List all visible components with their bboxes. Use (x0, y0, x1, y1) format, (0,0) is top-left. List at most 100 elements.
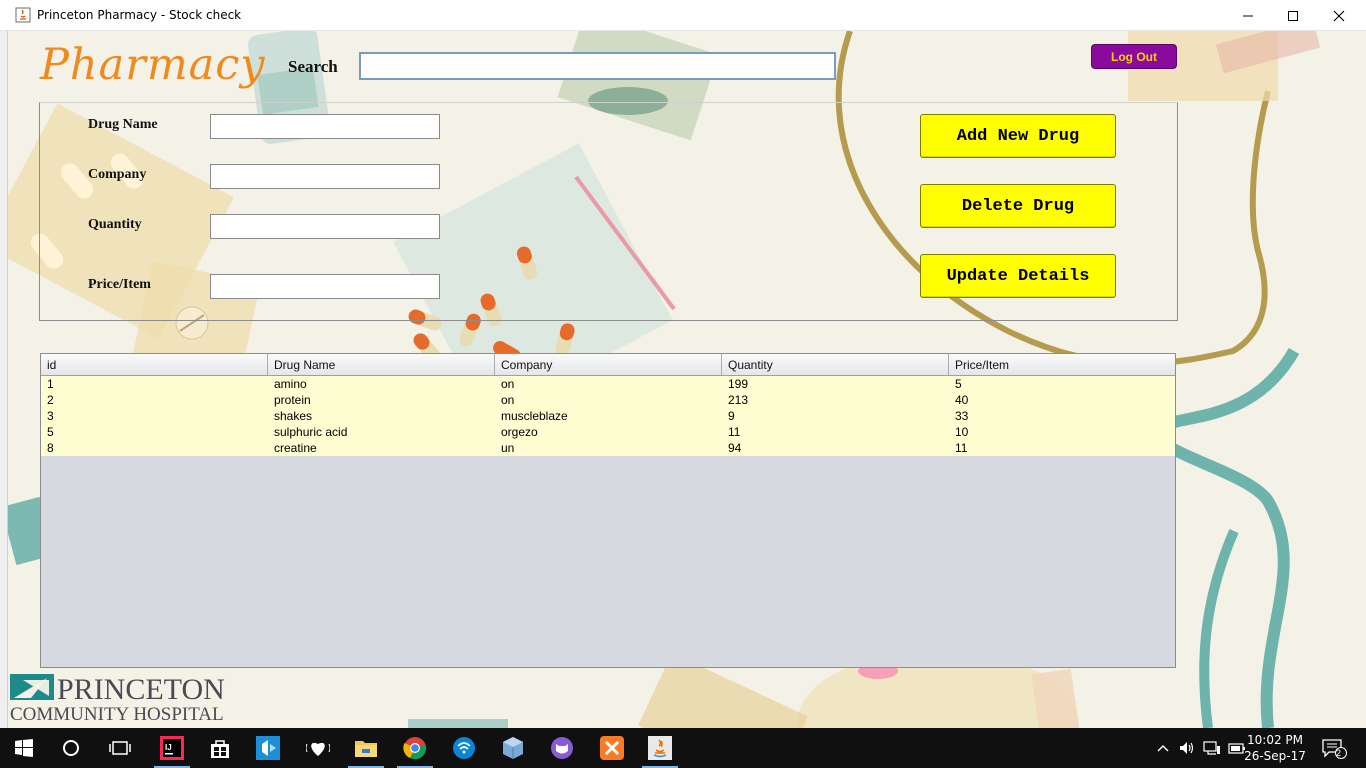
tray-overflow-button[interactable] (1153, 728, 1173, 768)
close-button[interactable] (1316, 0, 1362, 31)
media-icon (256, 736, 280, 760)
cell-price: 10 (955, 425, 969, 439)
table-row[interactable]: 8 creatine un 94 11 (41, 440, 1175, 456)
table-body: 1 amino on 199 5 2 protein on 213 40 3 s… (41, 376, 1175, 456)
task-view-icon (109, 741, 131, 755)
update-details-button[interactable]: Update Details (920, 254, 1116, 298)
maximize-button[interactable] (1270, 0, 1316, 31)
cell-price: 11 (955, 441, 968, 455)
table-header: id Drug Name Company Quantity Price/Item (41, 354, 1175, 376)
drug-name-input[interactable] (210, 114, 440, 139)
intellij-icon: IJ (160, 736, 184, 760)
logo-line1: PRINCETON (57, 673, 225, 706)
cell-company: un (501, 441, 515, 455)
taskbar-app-media[interactable] (244, 728, 292, 768)
store-icon (211, 740, 229, 758)
taskbar-app-java[interactable] (636, 728, 684, 768)
logout-button[interactable]: Log Out (1091, 44, 1177, 69)
column-header-company[interactable]: Company (495, 354, 722, 375)
cell-drug-name: creatine (274, 441, 317, 455)
drug-name-label: Drug Name (88, 117, 158, 132)
cell-drug-name: protein (274, 393, 311, 407)
cortana-button[interactable] (47, 728, 95, 768)
quantity-label: Quantity (88, 217, 142, 232)
windows-icon (15, 739, 33, 757)
cortana-icon (63, 740, 79, 756)
cell-price: 40 (955, 393, 969, 407)
taskbar-app-xampp[interactable] (588, 728, 636, 768)
volume-icon (1180, 742, 1194, 754)
xampp-icon (600, 736, 624, 760)
search-label: Search (288, 57, 338, 76)
taskbar-app-cat[interactable] (538, 728, 586, 768)
cell-quantity: 11 (728, 425, 741, 439)
price-label: Price/Item (88, 277, 151, 292)
logo-line2: COMMUNITY HOSPITAL (10, 704, 224, 724)
cell-quantity: 94 (728, 441, 742, 455)
princeton-hospital-logo: PRINCETON COMMUNITY HOSPITAL (10, 673, 225, 724)
cell-quantity: 9 (728, 409, 735, 423)
cell-drug-name: amino (274, 377, 307, 391)
notification-count: 2 (1336, 748, 1342, 758)
clock-date: 26-Sep-17 (1244, 749, 1306, 763)
table-row[interactable]: 3 shakes muscleblaze 9 33 (41, 408, 1175, 424)
cell-price: 33 (955, 409, 969, 423)
java-app-icon (15, 7, 31, 23)
close-icon (1333, 10, 1345, 21)
cell-drug-name: sulphuric acid (274, 425, 348, 439)
network-button[interactable] (1201, 728, 1223, 768)
task-view-button[interactable] (96, 728, 144, 768)
iheart-icon (306, 742, 330, 756)
title-bar: Princeton Pharmacy - Stock check (0, 0, 1366, 31)
minimize-button[interactable] (1225, 0, 1271, 31)
app-title: Pharmacy (40, 40, 266, 90)
app-content: Pharmacy Search Log Out Drug Name Compan… (8, 31, 1366, 728)
drug-form-panel: Drug Name Company Quantity Price/Item Ad… (39, 102, 1178, 321)
action-center-button[interactable]: 2 (1318, 728, 1350, 768)
folder-icon (355, 741, 377, 757)
svg-text:IJ: IJ (165, 743, 172, 752)
taskbar-app-iheart[interactable] (294, 728, 342, 768)
maximize-icon (1288, 10, 1298, 21)
table-row[interactable]: 2 protein on 213 40 (41, 392, 1175, 408)
cell-id: 3 (47, 409, 54, 423)
cell-company: on (501, 377, 515, 391)
network-icon (1203, 741, 1220, 755)
taskbar-app-wifi[interactable] (440, 728, 488, 768)
clock-time: 10:02 PM (1247, 733, 1303, 747)
company-label: Company (88, 167, 147, 182)
cell-id: 8 (47, 441, 54, 455)
taskbar-app-chrome[interactable] (391, 728, 439, 768)
taskbar-app-intellij[interactable]: IJ (148, 728, 196, 768)
column-header-id[interactable]: id (41, 354, 268, 375)
taskbar-app-file-explorer[interactable] (342, 728, 390, 768)
taskbar-clock[interactable]: 10:02 PM 26-Sep-17 (1240, 732, 1310, 764)
wifi-app-icon (453, 737, 475, 759)
cell-id: 2 (47, 393, 54, 407)
table-row[interactable]: 1 amino on 199 5 (41, 376, 1175, 392)
drug-table: id Drug Name Company Quantity Price/Item… (40, 353, 1176, 668)
price-input[interactable] (210, 274, 440, 299)
cell-id: 1 (47, 377, 54, 391)
company-input[interactable] (210, 164, 440, 189)
taskbar-app-store[interactable] (196, 728, 244, 768)
cat-app-icon (551, 737, 573, 759)
taskbar-app-box[interactable] (489, 728, 537, 768)
notification-icon (1322, 739, 1347, 759)
cell-company: on (501, 393, 515, 407)
start-button[interactable] (0, 728, 48, 768)
column-header-quantity[interactable]: Quantity (722, 354, 949, 375)
search-input[interactable] (359, 52, 836, 80)
chrome-icon (403, 737, 426, 760)
delete-drug-button[interactable]: Delete Drug (920, 184, 1116, 228)
quantity-input[interactable] (210, 214, 440, 239)
add-drug-button[interactable]: Add New Drug (920, 114, 1116, 158)
cell-drug-name: shakes (274, 409, 313, 423)
java-icon (648, 736, 672, 760)
taskbar: IJ 10:02 PM 26-Sep-17 2 (0, 728, 1366, 768)
column-header-price[interactable]: Price/Item (949, 354, 1175, 375)
window-edge (0, 31, 8, 728)
volume-button[interactable] (1176, 728, 1198, 768)
table-row[interactable]: 5 sulphuric acid orgezo 11 10 (41, 424, 1175, 440)
column-header-drug-name[interactable]: Drug Name (268, 354, 495, 375)
